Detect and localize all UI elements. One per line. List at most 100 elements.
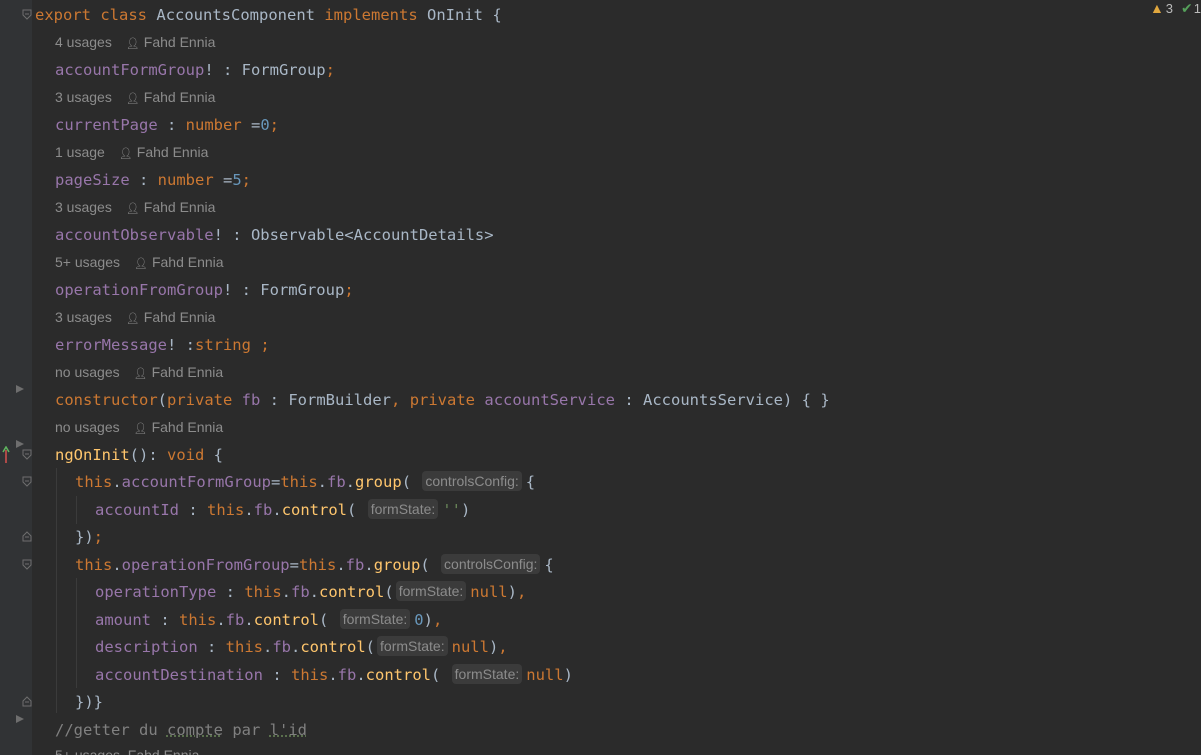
usage-hint[interactable]: 1 usage 👤︎ Fahd Ennia bbox=[55, 139, 208, 166]
author-hint[interactable]: 👤︎ Fahd Ennia bbox=[119, 144, 209, 160]
close-brace: })} bbox=[75, 693, 103, 711]
string-literal: '' bbox=[442, 501, 461, 519]
semicolon: ; bbox=[325, 61, 335, 79]
code-line-class[interactable]: export class AccountsComponent implement… bbox=[35, 2, 502, 29]
fold-marker-icon[interactable] bbox=[22, 449, 32, 460]
implements-marker-icon[interactable] bbox=[2, 445, 10, 464]
param-name: fb bbox=[241, 391, 261, 409]
code-line-method[interactable]: ngOnInit(): void { bbox=[55, 442, 223, 469]
code-line-field[interactable]: operationFromGroup! : FormGroup; bbox=[55, 277, 354, 304]
this-keyword: this bbox=[244, 583, 282, 601]
indent-guide bbox=[76, 496, 77, 524]
code-line-comment[interactable]: //getter du compte par l'id bbox=[55, 717, 307, 744]
author-hint[interactable]: 👤︎ Fahd Ennia bbox=[134, 254, 224, 270]
code-line-field[interactable]: errorMessage! :string ; bbox=[55, 332, 270, 359]
usage-count[interactable]: 5+ usages Fahd Ennia bbox=[55, 747, 199, 755]
field-name: accountObservable bbox=[55, 226, 214, 244]
code-line-field[interactable]: pageSize : number =5; bbox=[55, 167, 251, 194]
punctuation: : bbox=[157, 116, 186, 134]
field-type: ! : Observable<AccountDetails> bbox=[213, 226, 494, 244]
author-hint[interactable]: 👤︎ Fahd Ennia bbox=[126, 309, 216, 325]
semicolon: ; bbox=[93, 528, 104, 546]
number-literal: 0 bbox=[260, 116, 270, 134]
usage-count[interactable]: 3 usages bbox=[55, 89, 112, 105]
person-icon: 👤︎ bbox=[118, 148, 133, 160]
person-icon: 👤︎ bbox=[125, 93, 140, 105]
usage-hint[interactable]: 3 usages 👤︎ Fahd Ennia bbox=[55, 304, 215, 331]
code-line-field[interactable]: currentPage : number =0; bbox=[55, 112, 279, 139]
gutter-arrow-icon[interactable] bbox=[15, 710, 25, 723]
usage-count[interactable]: 5+ usages bbox=[55, 254, 120, 270]
person-icon: 👤︎ bbox=[133, 368, 148, 380]
code-line-statement[interactable]: accountDestination : this.fb.control( fo… bbox=[95, 662, 573, 689]
keyword: implements bbox=[324, 6, 418, 24]
usage-hint[interactable]: no usages 👤︎ Fahd Ennia bbox=[55, 414, 223, 441]
parameter-hint: formState: bbox=[367, 499, 439, 519]
usage-hint[interactable]: no usages 👤︎ Fahd Ennia bbox=[55, 359, 223, 386]
field-type: ! : FormGroup bbox=[222, 281, 345, 299]
usage-hint[interactable]: 4 usages 👤︎ Fahd Ennia bbox=[55, 29, 215, 56]
inspection-status[interactable]: ▲ 3 ✔ 1 bbox=[1150, 0, 1201, 16]
brace: { bbox=[204, 446, 223, 464]
author-name: Fahd Ennia bbox=[151, 364, 224, 380]
param-name: accountService bbox=[484, 391, 616, 409]
usage-count[interactable]: 3 usages bbox=[55, 309, 112, 325]
author-hint[interactable]: 👤︎ Fahd Ennia bbox=[126, 199, 216, 215]
this-keyword: this bbox=[225, 638, 263, 656]
code-line-field[interactable]: accountFormGroup! : FormGroup; bbox=[55, 57, 335, 84]
null-literal: null bbox=[526, 666, 564, 684]
keyword: constructor bbox=[55, 391, 158, 409]
usage-count[interactable]: no usages bbox=[55, 364, 120, 380]
code-editor[interactable]: ▲ 3 ✔ 1 export class AccountsComponent i… bbox=[0, 0, 1201, 755]
method-call: control bbox=[253, 611, 320, 629]
usage-count[interactable]: no usages bbox=[55, 419, 120, 435]
usage-hint[interactable]: 5+ usages Fahd Ennia bbox=[55, 742, 199, 755]
code-line-field[interactable]: accountObservable! : Observable<AccountD… bbox=[55, 222, 494, 249]
author-hint[interactable]: 👤︎ Fahd Ennia bbox=[126, 34, 216, 50]
field-name: errorMessage bbox=[55, 336, 167, 354]
usage-count[interactable]: 4 usages bbox=[55, 34, 112, 50]
code-line-statement[interactable]: operationType : this.fb.control(formStat… bbox=[95, 579, 526, 606]
code-line-statement[interactable]: this.operationFromGroup=this.fb.group( c… bbox=[75, 552, 554, 579]
interface-name: OnInit bbox=[427, 6, 484, 24]
usage-hint[interactable]: 3 usages 👤︎ Fahd Ennia bbox=[55, 84, 215, 111]
code-line-constructor[interactable]: constructor(private fb : FormBuilder, pr… bbox=[55, 387, 830, 414]
author-hint[interactable]: 👤︎ Fahd Ennia bbox=[126, 89, 216, 105]
editor-gutter[interactable] bbox=[0, 0, 32, 755]
author-name: Fahd Ennia bbox=[143, 309, 216, 325]
field-name: fb bbox=[291, 583, 310, 601]
punctuation: : bbox=[129, 171, 158, 189]
usage-hint[interactable]: 3 usages 👤︎ Fahd Ennia bbox=[55, 194, 215, 221]
fold-marker-icon[interactable] bbox=[22, 476, 32, 487]
usage-count[interactable]: 1 usage bbox=[55, 144, 105, 160]
fold-marker-icon[interactable] bbox=[22, 559, 32, 570]
author-hint[interactable]: 👤︎ Fahd Ennia bbox=[134, 419, 224, 435]
punctuation: ! : bbox=[166, 336, 195, 354]
author-name: Fahd Ennia bbox=[143, 199, 216, 215]
usage-count[interactable]: 3 usages bbox=[55, 199, 112, 215]
gutter-arrow-icon[interactable] bbox=[15, 435, 25, 448]
number-literal: 0 bbox=[414, 611, 424, 629]
fold-marker-icon[interactable] bbox=[22, 531, 32, 542]
check-count: 1 bbox=[1193, 0, 1201, 16]
indent-guide bbox=[76, 578, 77, 688]
gutter-arrow-icon[interactable] bbox=[15, 380, 25, 393]
code-line-statement[interactable]: accountId : this.fb.control( formState: '… bbox=[95, 497, 470, 524]
fold-marker-icon[interactable] bbox=[22, 9, 32, 20]
this-keyword: this bbox=[75, 473, 113, 491]
fold-marker-icon[interactable] bbox=[22, 696, 32, 707]
semicolon: ; bbox=[241, 171, 252, 189]
indent-guide bbox=[56, 468, 57, 713]
author-hint[interactable]: 👤︎ Fahd Ennia bbox=[134, 364, 224, 380]
code-line-statement[interactable]: amount : this.fb.control( formState: 0), bbox=[95, 607, 442, 634]
comment-word: l'id bbox=[269, 721, 307, 739]
code-line-statement[interactable]: this.accountFormGroup=this.fb.group( con… bbox=[75, 469, 535, 496]
code-line-statement[interactable]: description : this.fb.control(formState:… bbox=[95, 634, 508, 661]
assign: = bbox=[241, 116, 261, 134]
code-line-statement[interactable]: })} bbox=[75, 689, 103, 716]
class-name: AccountsComponent bbox=[156, 6, 315, 24]
code-line-statement[interactable]: }); bbox=[75, 524, 103, 551]
this-keyword: this bbox=[179, 611, 217, 629]
comma: , bbox=[516, 583, 527, 601]
usage-hint[interactable]: 5+ usages 👤︎ Fahd Ennia bbox=[55, 249, 224, 276]
